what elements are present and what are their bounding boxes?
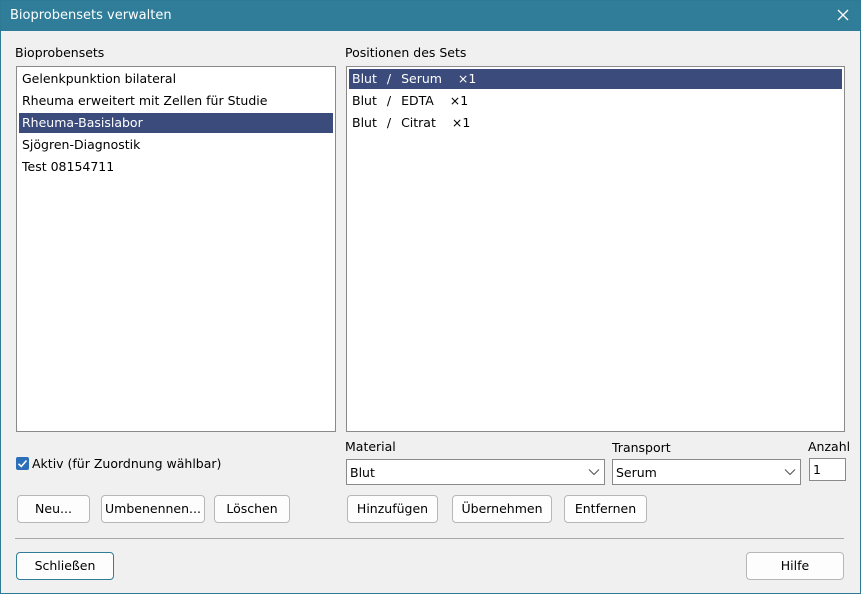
delete-button[interactable]: Löschen [214,495,290,523]
position-material: Blut [352,115,377,130]
position-separator: / [386,115,392,130]
close-button[interactable]: Schließen [16,552,114,580]
position-count: ×1 [457,71,477,86]
position-separator: / [386,71,392,86]
chevron-down-icon [784,469,796,476]
transport-combobox[interactable]: Serum [612,459,801,485]
new-button[interactable]: Neu... [17,495,90,523]
add-button[interactable]: Hinzufügen [347,495,438,523]
position-transport: Serum [401,71,442,86]
sets-item[interactable]: Gelenkpunktion bilateral [19,69,333,89]
position-item[interactable]: Blut / EDTA ×1 [349,91,842,111]
anzahl-input[interactable]: 1 [809,458,846,481]
material-value: Blut [350,465,375,480]
active-checkbox[interactable] [16,457,29,470]
anzahl-value: 1 [813,462,821,477]
sets-item[interactable]: Rheuma erweitert mit Zellen für Studie [19,91,333,111]
position-item-selected[interactable]: Blut / Serum ×1 [349,69,842,89]
close-icon[interactable] [834,6,852,24]
sets-item-selected[interactable]: Rheuma-Basislabor [19,113,333,133]
dialog-window: Bioprobensets verwalten Bioprobensets Ge… [0,0,861,594]
material-combobox[interactable]: Blut [346,459,605,485]
divider [15,538,844,539]
window-title: Bioprobensets verwalten [10,8,172,23]
position-transport: Citrat [401,115,436,130]
apply-button[interactable]: Übernehmen [452,495,552,523]
sets-item[interactable]: Test 08154711 [19,157,333,177]
help-button[interactable]: Hilfe [746,552,844,580]
position-count: ×1 [449,93,469,108]
position-item[interactable]: Blut / Citrat ×1 [349,113,842,133]
anzahl-label: Anzahl [808,439,851,454]
position-separator: / [386,93,392,108]
sets-listbox[interactable]: Gelenkpunktion bilateral Rheuma erweiter… [16,66,336,432]
active-checkbox-label[interactable]: Aktiv (für Zuordnung wählbar) [32,456,221,471]
position-material: Blut [352,93,377,108]
position-transport: EDTA [401,93,434,108]
positions-label: Positionen des Sets [345,45,467,60]
position-count: ×1 [451,115,471,130]
transport-label: Transport [612,440,671,455]
title-bar: Bioprobensets verwalten [1,1,860,31]
position-material: Blut [352,71,377,86]
rename-button[interactable]: Umbenennen... [101,495,205,523]
transport-value: Serum [616,465,657,480]
remove-button[interactable]: Entfernen [564,495,647,523]
chevron-down-icon [588,469,600,476]
checkmark-icon [17,459,28,468]
sets-item[interactable]: Sjögren-Diagnostik [19,135,333,155]
material-label: Material [345,439,396,454]
positions-listbox[interactable]: Blut / Serum ×1 Blut / EDTA ×1 Blut / Ci… [346,66,845,432]
sets-label: Bioprobensets [15,45,105,60]
